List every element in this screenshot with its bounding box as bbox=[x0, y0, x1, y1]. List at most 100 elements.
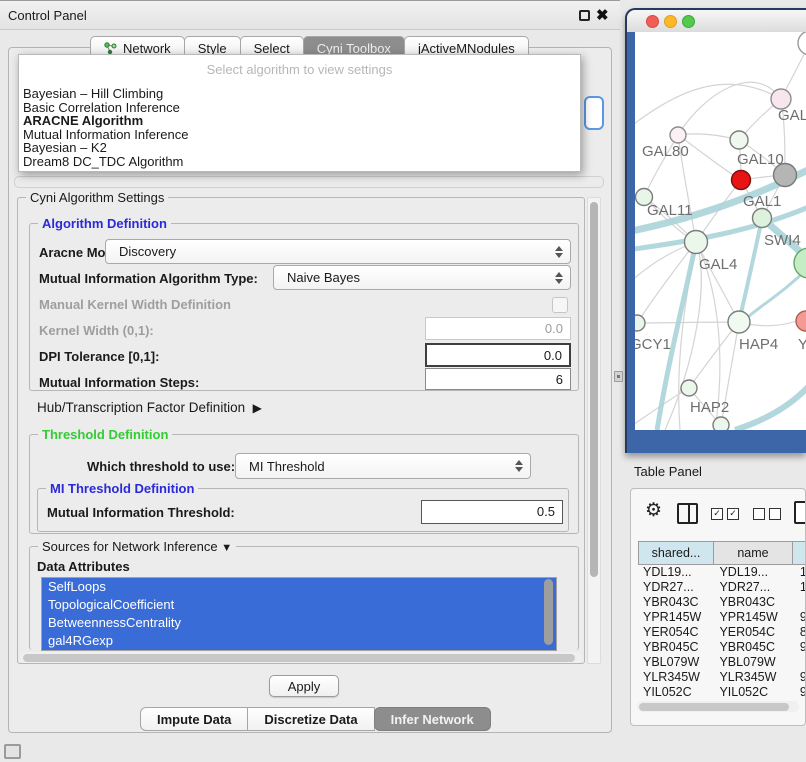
network-node-gal4[interactable] bbox=[685, 231, 708, 254]
network-node[interactable] bbox=[798, 32, 806, 55]
settings-vertical-scrollbar[interactable] bbox=[587, 197, 601, 664]
network-canvas[interactable]: GALGAL80GAL10GAL1GAL11SWI4GAL4GCY1HAP4YH… bbox=[635, 32, 806, 430]
settings-hscroll-thumb[interactable] bbox=[23, 654, 575, 662]
which-threshold-select[interactable]: MI Threshold bbox=[235, 453, 531, 479]
bottom-tab-discretize-data[interactable]: Discretize Data bbox=[247, 707, 374, 731]
close-window-icon[interactable] bbox=[646, 15, 659, 28]
network-node-y[interactable] bbox=[796, 311, 806, 331]
sources-group: Sources for Network Inference ▼ Data Att… bbox=[29, 546, 579, 650]
node-label: Y bbox=[798, 336, 806, 353]
algorithm-option[interactable]: Mutual Information Inference bbox=[19, 128, 580, 142]
unchecked-checkbox-icon[interactable] bbox=[753, 508, 765, 520]
gear-icon[interactable]: ⚙ bbox=[645, 499, 662, 522]
data-attributes-list[interactable]: SelfLoopsTopologicalCoefficientBetweenne… bbox=[41, 577, 557, 651]
table-row[interactable]: YIL052CYIL052C9. bbox=[639, 685, 806, 697]
close-icon[interactable]: ✖ bbox=[596, 6, 609, 24]
which-threshold-label: Which threshold to use: bbox=[87, 459, 235, 474]
checked-checkbox-icon[interactable]: ✓ bbox=[711, 508, 723, 520]
data-attribute-item-selected[interactable]: TopologicalCoefficient bbox=[42, 596, 556, 614]
network-node-gal[interactable] bbox=[771, 89, 791, 109]
column-header[interactable]: A bbox=[792, 541, 806, 565]
network-node-swi4[interactable] bbox=[753, 209, 772, 228]
splitter-grip[interactable] bbox=[614, 371, 623, 382]
network-node-hap2[interactable] bbox=[681, 380, 697, 396]
table-cell: YDR27... bbox=[639, 580, 715, 595]
network-node[interactable] bbox=[713, 417, 729, 430]
aracne-mode-select[interactable]: Discovery bbox=[105, 239, 571, 264]
network-view-window: GALGAL80GAL10GAL1GAL11SWI4GAL4GCY1HAP4YH… bbox=[625, 8, 806, 453]
network-node[interactable] bbox=[794, 248, 806, 278]
minimized-panel-icon[interactable] bbox=[4, 744, 21, 759]
unchecked-checkbox-icon[interactable] bbox=[769, 508, 781, 520]
checked-checkbox-icon[interactable]: ✓ bbox=[727, 508, 739, 520]
mi-threshold-field[interactable]: 0.5 bbox=[421, 500, 563, 524]
table-row[interactable]: YLR345WYLR345W9. bbox=[639, 670, 806, 685]
table-row[interactable]: YPR145WYPR145W9. bbox=[639, 610, 806, 625]
attribute-list-scrollbar[interactable] bbox=[544, 579, 553, 645]
table-cell: 13 bbox=[796, 565, 806, 580]
apply-button[interactable]: Apply bbox=[269, 675, 339, 697]
document-icon[interactable] bbox=[794, 501, 806, 524]
mi-steps-field[interactable]: 6 bbox=[425, 368, 571, 390]
table-row[interactable]: YER054CYER054C8. bbox=[639, 625, 806, 640]
mi-type-value: Naive Bayes bbox=[287, 270, 360, 285]
table-cell: YER054C bbox=[639, 625, 715, 640]
algorithm-option[interactable]: Bayesian – Hill Climbing bbox=[19, 87, 580, 101]
expand-right-icon: ▶ bbox=[253, 401, 262, 415]
settings-vscroll-thumb[interactable] bbox=[590, 202, 598, 577]
dpi-tolerance-field[interactable]: 0.0 bbox=[425, 343, 571, 367]
algorithm-option[interactable]: Basic Correlation Inference bbox=[19, 101, 580, 115]
which-threshold-value: MI Threshold bbox=[249, 459, 325, 474]
manual-kernel-label: Manual Kernel Width Definition bbox=[39, 297, 231, 312]
mi-type-select[interactable]: Naive Bayes bbox=[273, 265, 571, 290]
column-header[interactable]: shared... bbox=[638, 541, 714, 565]
data-attribute-item-selected[interactable]: gal4RGexp bbox=[42, 632, 556, 650]
table-row[interactable]: YDL19...YDL19...13 bbox=[639, 565, 806, 580]
node-label: GAL bbox=[778, 107, 806, 124]
obscured-focused-button[interactable] bbox=[584, 96, 604, 130]
bottom-tab-infer-network[interactable]: Infer Network bbox=[374, 707, 491, 731]
network-node-gcy1[interactable] bbox=[635, 315, 645, 331]
network-node-gal10[interactable] bbox=[730, 131, 748, 149]
table-horizontal-scrollbar[interactable] bbox=[637, 701, 799, 712]
data-attributes-label: Data Attributes bbox=[37, 559, 130, 574]
bottom-tabs: Impute DataDiscretize DataInfer Network bbox=[141, 707, 491, 731]
kernel-width-field[interactable]: 0.0 bbox=[425, 317, 571, 340]
data-attribute-item-selected[interactable]: BetweennessCentrality bbox=[42, 614, 556, 632]
table-row[interactable]: YBR045CYBR045C9. bbox=[639, 640, 806, 655]
zoom-window-icon[interactable] bbox=[682, 15, 695, 28]
minimize-window-icon[interactable] bbox=[664, 15, 677, 28]
table-header-row: shared...nameA bbox=[639, 541, 806, 565]
manual-kernel-checkbox[interactable] bbox=[552, 297, 568, 313]
dpi-tolerance-label: DPI Tolerance [0,1]: bbox=[39, 349, 159, 364]
settings-horizontal-scrollbar[interactable] bbox=[20, 652, 582, 663]
algorithm-option[interactable]: Dream8 DC_TDC Algorithm bbox=[19, 155, 580, 169]
float-panel-icon[interactable] bbox=[579, 10, 590, 21]
algorithm-option[interactable]: ARACNE Algorithm bbox=[19, 114, 580, 128]
sources-expander[interactable]: Sources for Network Inference ▼ bbox=[38, 539, 236, 554]
algorithm-definition-group: Algorithm Definition Aracne Mode: Discov… bbox=[29, 223, 579, 391]
hub-definition-expander[interactable]: Hub/Transcription Factor Definition ▶ bbox=[37, 400, 262, 415]
combo-arrows-icon bbox=[555, 246, 563, 258]
split-columns-icon[interactable] bbox=[677, 503, 698, 524]
table-row[interactable]: YBL079WYBL079W bbox=[639, 655, 806, 670]
table-cell: 9. bbox=[796, 640, 806, 655]
app-screen: Control Panel ✖ Cyni Algorithm Settings … bbox=[0, 0, 806, 762]
mi-threshold-title: MI Threshold Definition bbox=[46, 481, 198, 496]
table-cell: 12 bbox=[796, 580, 806, 595]
network-node[interactable] bbox=[774, 164, 797, 187]
table-row[interactable]: YDR27...YDR27...12 bbox=[639, 580, 806, 595]
combo-arrows-icon bbox=[555, 272, 563, 284]
bottom-tab-impute-data[interactable]: Impute Data bbox=[140, 707, 248, 731]
network-node-hap4[interactable] bbox=[728, 311, 750, 333]
control-panel-title: Control Panel bbox=[8, 8, 87, 23]
network-node-gal1[interactable] bbox=[732, 171, 751, 190]
column-header[interactable]: name bbox=[713, 541, 793, 565]
node-label: GCY1 bbox=[635, 336, 671, 353]
algorithm-option[interactable]: Bayesian – K2 bbox=[19, 141, 580, 155]
network-node-gal80[interactable] bbox=[670, 127, 686, 143]
table-hscroll-thumb[interactable] bbox=[639, 703, 789, 711]
mi-steps-label: Mutual Information Steps: bbox=[39, 375, 199, 390]
data-attribute-item-selected[interactable]: SelfLoops bbox=[42, 578, 556, 596]
table-row[interactable]: YBR043CYBR043C bbox=[639, 595, 806, 610]
